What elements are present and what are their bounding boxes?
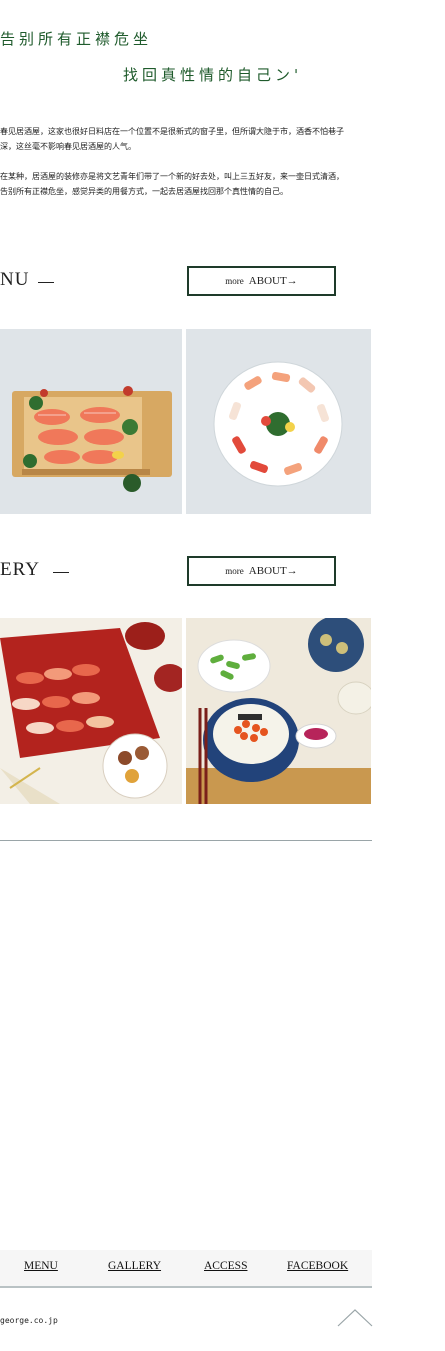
chevron-up-icon [337, 1309, 373, 1327]
menu-about-label: ABOUT→ [248, 275, 298, 287]
back-to-top-button[interactable] [337, 1308, 373, 1332]
footer-email[interactable]: george.co.jp [0, 1316, 58, 1325]
gallery-image-donburi-meal[interactable] [186, 618, 371, 804]
menu-image-sushi-platter[interactable] [186, 329, 371, 514]
footer-nav-gallery[interactable]: GALLERY [108, 1260, 161, 1272]
gallery-title-dash [53, 572, 69, 573]
intro-paragraph-1: 春见居酒屋，这家也很好日料店在一个位置不是很新式的窗子里，但所谓大隐于市，酒香不… [0, 127, 344, 151]
sashimi-board-illustration [0, 329, 182, 514]
menu-section-title: NU [0, 269, 30, 290]
footer-nav: MENU GALLERY ACCESS FACEBOOK [0, 1250, 372, 1288]
hero-slogan-line-1: 告别所有正襟危坐 [0, 30, 153, 48]
menu-more-label: more [225, 276, 244, 286]
menu-image-sashimi-board[interactable] [0, 329, 182, 514]
gallery-more-label: more [225, 566, 244, 576]
menu-more-about-button[interactable]: more ABOUT→ [187, 266, 336, 296]
gallery-about-label: ABOUT→ [248, 565, 298, 577]
menu-title-dash [38, 282, 54, 283]
intro-paragraph-2: 在某种，居酒屋的装修亦是将文艺青年们带了一个新的好去处，叫上三五好友，来一壶日式… [0, 172, 344, 196]
content-divider [0, 840, 372, 841]
sushi-platter-illustration [186, 329, 371, 514]
footer-nav-access[interactable]: ACCESS [204, 1260, 247, 1272]
donburi-meal-illustration [186, 618, 371, 804]
menu-section-header: NU more ABOUT→ [0, 266, 372, 298]
intro-text: 春见居酒屋，这家也很好日料店在一个位置不是很新式的窗子里，但所谓大隐于市，酒香不… [0, 124, 345, 199]
hero-slogan-line-2: 找回真性情的自己ン' [123, 66, 303, 84]
gallery-section-header: ERY more ABOUT→ [0, 556, 372, 588]
gallery-image-sushi-set[interactable] [0, 618, 182, 804]
footer-nav-facebook[interactable]: FACEBOOK [287, 1260, 348, 1272]
gallery-section-title: ERY [0, 559, 40, 580]
footer-nav-menu[interactable]: MENU [24, 1260, 58, 1272]
sushi-set-illustration [0, 618, 182, 804]
gallery-more-about-button[interactable]: more ABOUT→ [187, 556, 336, 586]
